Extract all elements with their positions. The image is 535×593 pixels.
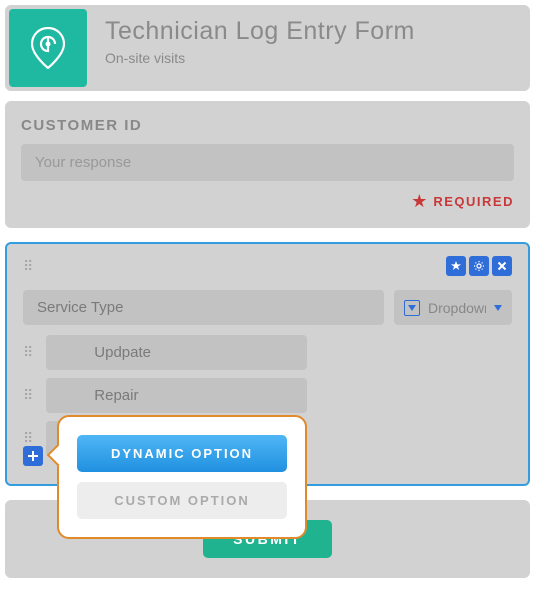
field-type-label: Dropdown bbox=[428, 300, 486, 316]
favorite-icon[interactable] bbox=[446, 256, 466, 276]
drag-handle-icon[interactable]: ⠿ bbox=[23, 435, 32, 442]
form-title: Technician Log Entry Form bbox=[105, 17, 508, 46]
customer-id-card: CUSTOMER ID ★ REQUIRED bbox=[5, 101, 530, 228]
customer-id-input[interactable] bbox=[21, 144, 514, 181]
customer-id-label: CUSTOMER ID bbox=[21, 117, 514, 134]
form-subtitle: On-site visits bbox=[105, 50, 508, 66]
star-icon: ★ bbox=[411, 191, 427, 212]
option-wrap: ▾ bbox=[46, 335, 512, 370]
dropdown-type-icon bbox=[404, 300, 420, 316]
service-card-header: ⠿ bbox=[23, 256, 512, 276]
chevron-down-icon bbox=[494, 305, 502, 311]
service-title-input[interactable] bbox=[23, 290, 384, 325]
add-option-button[interactable] bbox=[23, 446, 43, 466]
field-type-selector[interactable]: Dropdown bbox=[394, 290, 512, 325]
settings-icon[interactable] bbox=[469, 256, 489, 276]
option-input[interactable] bbox=[46, 335, 307, 370]
card-action-icons bbox=[446, 256, 512, 276]
form-header: Technician Log Entry Form On-site visits bbox=[5, 5, 530, 91]
dynamic-option-button[interactable]: DYNAMIC OPTION bbox=[77, 435, 287, 472]
custom-option-button[interactable]: CUSTOM OPTION bbox=[77, 482, 287, 519]
logo-box bbox=[9, 9, 87, 87]
logo-pin-icon bbox=[31, 27, 65, 69]
add-option-popover: DYNAMIC OPTION CUSTOM OPTION bbox=[57, 415, 307, 539]
close-icon[interactable] bbox=[492, 256, 512, 276]
drag-handle-icon[interactable]: ⠿ bbox=[23, 392, 32, 399]
drag-handle-icon[interactable]: ⠿ bbox=[23, 349, 32, 356]
option-wrap: ▾ bbox=[46, 378, 512, 413]
required-label: REQUIRED bbox=[433, 194, 514, 209]
plus-icon bbox=[27, 450, 39, 462]
option-input[interactable] bbox=[46, 378, 307, 413]
required-row: ★ REQUIRED bbox=[21, 191, 514, 212]
drag-handle-icon[interactable]: ⠿ bbox=[23, 263, 32, 270]
option-row: ⠿ ▾ bbox=[23, 335, 512, 370]
service-title-row: Dropdown bbox=[23, 290, 512, 325]
header-text: Technician Log Entry Form On-site visits bbox=[87, 9, 526, 87]
option-row: ⠿ ▾ bbox=[23, 378, 512, 413]
